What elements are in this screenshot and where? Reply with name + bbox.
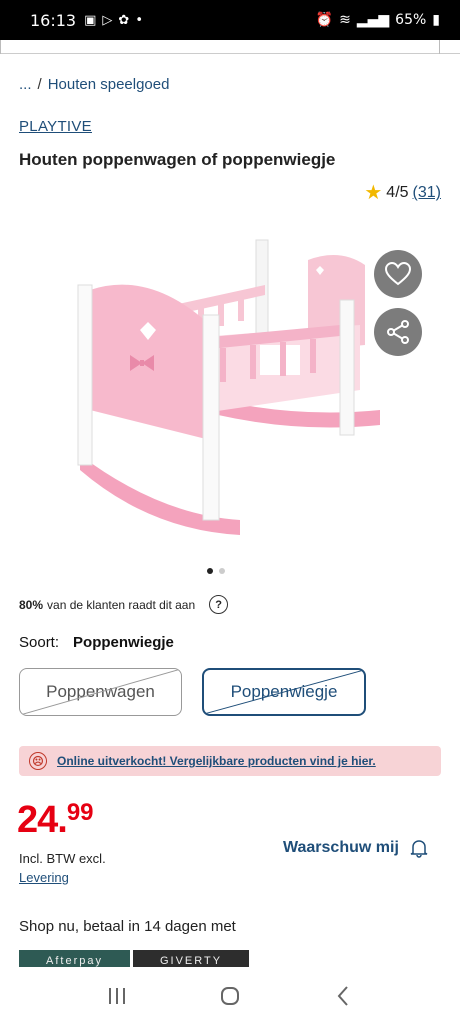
dot-icon: • — [135, 12, 143, 28]
recommend-text: van de klanten raadt dit aan — [47, 597, 196, 612]
share-icon — [387, 320, 409, 344]
play-icon: ▷ — [102, 12, 113, 28]
help-icon[interactable]: ? — [209, 595, 229, 614]
variant-option-poppenwagen[interactable]: Poppenwagen — [19, 668, 182, 716]
rating[interactable]: ★ 4/5 (31) — [364, 183, 441, 203]
sad-face-icon: ☹ — [29, 752, 47, 770]
status-bar: 16:13 ▣ ▷ ✿ • ⏰ ≋ ▂▄▆ 65% ▮ — [0, 0, 460, 40]
carousel-dot[interactable] — [207, 568, 213, 574]
variant-selected: Poppenwiegje — [73, 634, 174, 651]
carousel-dot[interactable] — [219, 568, 225, 574]
heart-icon — [385, 262, 411, 286]
favorite-button[interactable] — [374, 250, 422, 298]
price-cents: 99 — [66, 799, 94, 826]
alarm-icon: ⏰ — [315, 12, 334, 28]
post-right-front — [339, 299, 355, 436]
gallery-icon: ▣ — [84, 12, 97, 28]
bell-icon — [410, 840, 428, 858]
variant-row: Soort: Poppenwiegje — [19, 634, 174, 651]
payment-logos: Afterpay GIVERTY — [19, 950, 249, 967]
variant-label: Soort: — [19, 634, 60, 651]
variant-option-poppenwiegje[interactable]: Poppenwiegje — [202, 668, 366, 716]
sold-out-alert[interactable]: ☹ Online uitverkocht! Vergelijkbare prod… — [19, 746, 441, 776]
status-time: 16:13 — [30, 10, 77, 30]
header-strip-border — [0, 40, 440, 54]
recommend-line: 80% van de klanten raadt dit aan ? — [19, 595, 229, 614]
wifi-icon: ≋ — [339, 12, 351, 28]
status-right: ⏰ ≋ ▂▄▆ 65% ▮ — [316, 12, 440, 28]
post-left-back — [77, 284, 93, 466]
alert-link[interactable]: Online uitverkocht! Vergelijkbare produc… — [57, 754, 376, 768]
back-icon — [337, 986, 349, 1006]
breadcrumb-current[interactable]: Houten speelgoed — [48, 76, 170, 93]
signal-icon: ▂▄▆ — [356, 12, 390, 28]
notify-button[interactable]: Waarschuw mij — [283, 838, 429, 858]
vat-text: Incl. BTW excl. — [19, 851, 106, 866]
afterpay-logo: Afterpay — [19, 950, 130, 967]
review-count-link[interactable]: (31) — [413, 184, 441, 202]
unavailable-strike — [204, 670, 364, 714]
status-left-icons: ▣ ▷ ✿ • — [84, 13, 143, 28]
battery-percent: 65% — [395, 12, 427, 28]
system-nav-bar — [0, 968, 460, 1024]
recent-apps-icon — [108, 988, 125, 1004]
delivery-link[interactable]: Levering — [19, 870, 69, 885]
brand-link[interactable]: PLAYTIVE — [19, 118, 92, 135]
product-image[interactable] — [60, 230, 400, 550]
price: 24. 99 — [17, 799, 94, 841]
battery-icon: ▮ — [432, 12, 440, 28]
recommend-percent: 80% — [19, 597, 44, 612]
shop-now-text: Shop nu, betaal in 14 dagen met — [19, 918, 236, 935]
unavailable-strike — [20, 669, 181, 715]
price-main: 24. — [17, 799, 68, 841]
breadcrumb-separator: / — [37, 76, 42, 93]
flower-icon: ✿ — [118, 12, 130, 28]
notify-label: Waarschuw mij — [283, 839, 399, 856]
giverty-logo: GIVERTY — [133, 950, 249, 967]
back-button[interactable] — [323, 976, 363, 1016]
rating-value: 4/5 — [386, 184, 409, 201]
carousel-dots — [207, 568, 225, 574]
post-left-front — [202, 314, 220, 521]
home-button[interactable] — [210, 976, 250, 1016]
star-icon: ★ — [364, 182, 383, 204]
share-button[interactable] — [374, 308, 422, 356]
home-icon — [220, 987, 239, 1005]
recent-apps-button[interactable] — [97, 976, 137, 1016]
breadcrumb: ... / Houten speelgoed — [19, 76, 169, 93]
product-title: Houten poppenwagen of poppenwiegje — [19, 150, 336, 169]
breadcrumb-ellipsis[interactable]: ... — [19, 76, 32, 93]
